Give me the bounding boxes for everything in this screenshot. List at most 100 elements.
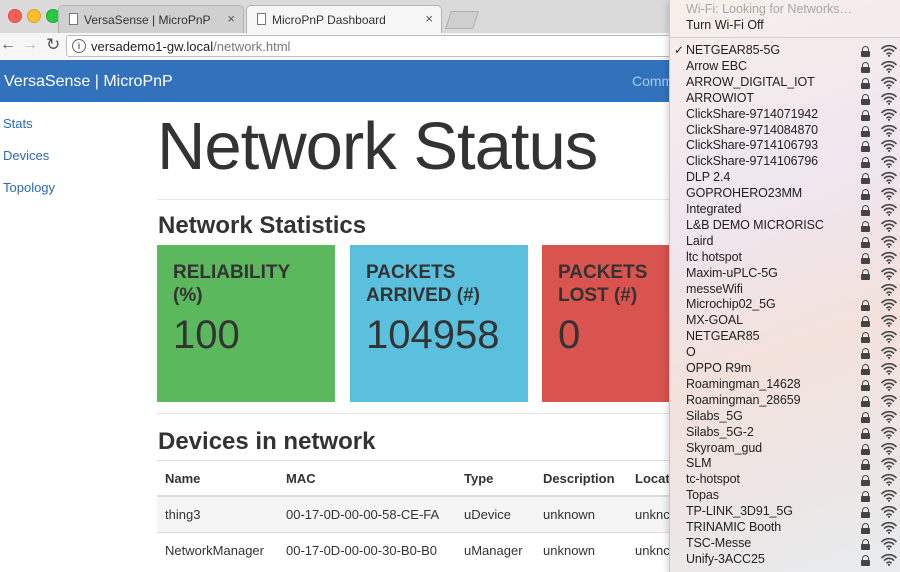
column-header-type[interactable]: Type bbox=[456, 460, 535, 497]
wifi-network-item[interactable]: ClickShare-9714071942 bbox=[670, 107, 900, 123]
wifi-network-item[interactable]: TP-LINK_3D91_5G bbox=[670, 504, 900, 520]
wifi-signal-icon bbox=[881, 76, 897, 89]
wifi-network-item[interactable]: ARROW_DIGITAL_IOT bbox=[670, 75, 900, 91]
wifi-signal-icon bbox=[881, 187, 897, 200]
sidebar-item-devices[interactable]: Devices bbox=[3, 148, 49, 163]
wifi-network-item[interactable]: Arrow EBC bbox=[670, 59, 900, 75]
url-text[interactable]: versademo1-gw.local/network.html bbox=[91, 39, 290, 54]
wifi-network-item[interactable]: SLM bbox=[670, 456, 900, 472]
wifi-dropdown-menu: Wi-Fi: Looking for Networks… Turn Wi-Fi … bbox=[669, 0, 900, 572]
wifi-network-name: SLM bbox=[686, 456, 712, 471]
reload-icon[interactable]: ↻ bbox=[46, 35, 60, 55]
wifi-network-item[interactable]: Unify-3ACC25 bbox=[670, 552, 900, 568]
wifi-network-item[interactable]: MX-GOAL bbox=[670, 313, 900, 329]
wifi-signal-icon bbox=[881, 553, 897, 566]
wifi-network-item[interactable]: Roamingman_28659 bbox=[670, 393, 900, 409]
lock-icon bbox=[861, 109, 870, 121]
wifi-signal-icon bbox=[881, 505, 897, 518]
wifi-network-item[interactable]: TRINAMIC Booth bbox=[670, 520, 900, 536]
browser-tab-active[interactable]: MicroPnP Dashboard × bbox=[246, 5, 442, 34]
sidebar-item-stats[interactable]: Stats bbox=[3, 116, 33, 131]
wifi-network-name: Roamingman_28659 bbox=[686, 392, 801, 407]
wifi-network-item[interactable]: Integrated bbox=[670, 202, 900, 218]
lock-icon bbox=[861, 364, 870, 375]
cell-description: unknown bbox=[535, 495, 627, 533]
lock-icon bbox=[861, 157, 870, 169]
wifi-signal-icon bbox=[881, 108, 897, 121]
close-window-button[interactable] bbox=[8, 9, 22, 23]
wifi-network-item[interactable]: L&B DEMO MICRORISC bbox=[670, 218, 900, 234]
wifi-network-item[interactable]: ARROWIOT bbox=[670, 91, 900, 107]
close-tab-icon[interactable]: × bbox=[227, 11, 235, 26]
wifi-network-name: Topas bbox=[686, 488, 719, 503]
wifi-network-name: Unify-3ACC25 bbox=[686, 551, 765, 566]
url-host: versademo1-gw.local bbox=[91, 39, 214, 54]
column-header-name[interactable]: Name bbox=[157, 460, 278, 497]
wifi-network-item[interactable]: Microchip02_5G bbox=[670, 297, 900, 313]
wifi-network-item[interactable]: ltc hotspot bbox=[670, 250, 900, 266]
browser-tab[interactable]: VersaSense | MicroPnP × bbox=[58, 5, 244, 33]
wifi-network-item[interactable]: DLP 2.4 bbox=[670, 170, 900, 186]
wifi-network-item[interactable]: O bbox=[670, 345, 900, 361]
divider bbox=[157, 199, 672, 200]
wifi-network-item[interactable]: OPPO R9m bbox=[670, 361, 900, 377]
wifi-signal-icon bbox=[881, 235, 897, 248]
wifi-network-item[interactable]: ClickShare-9714084870 bbox=[670, 123, 900, 139]
lock-icon bbox=[861, 93, 870, 105]
wifi-network-item[interactable]: ClickShare-9714106793 bbox=[670, 138, 900, 154]
brand-link[interactable]: VersaSense | MicroPnP bbox=[4, 73, 173, 91]
lock-icon bbox=[861, 125, 870, 137]
info-icon[interactable]: i bbox=[72, 39, 86, 53]
table-row[interactable]: thing3 00-17-0D-00-00-58-CE-FA uDevice u… bbox=[157, 495, 687, 533]
wifi-network-item[interactable]: NETGEAR85 bbox=[670, 329, 900, 345]
sidebar-item-topology[interactable]: Topology bbox=[3, 180, 55, 195]
wifi-network-item[interactable]: Silabs_5G bbox=[670, 409, 900, 425]
wifi-network-name: TRINAMIC Booth bbox=[686, 520, 782, 534]
lock-icon bbox=[861, 475, 870, 487]
wifi-network-name: ltc hotspot bbox=[686, 249, 742, 264]
wifi-network-item[interactable]: TSC-Messe bbox=[670, 536, 900, 552]
minimize-window-button[interactable] bbox=[27, 9, 41, 23]
wifi-signal-icon bbox=[881, 219, 897, 232]
wifi-network-item[interactable]: Maxim-uPLC-5G bbox=[670, 266, 900, 282]
column-header-mac[interactable]: MAC bbox=[278, 460, 456, 497]
wifi-network-name: Silabs_5G bbox=[686, 408, 743, 423]
column-header-description[interactable]: Description bbox=[535, 460, 627, 497]
wifi-network-item[interactable]: messeWifi bbox=[670, 282, 900, 298]
wifi-network-item[interactable]: Silabs_5G-2 bbox=[670, 425, 900, 441]
page-icon bbox=[69, 13, 78, 25]
close-tab-icon[interactable]: × bbox=[425, 11, 433, 26]
wifi-network-item[interactable]: ClickShare-9714106796 bbox=[670, 154, 900, 170]
cell-description: unknown bbox=[535, 532, 627, 568]
wifi-network-name: O bbox=[686, 345, 696, 360]
turn-wifi-off-item[interactable]: Turn Wi-Fi Off bbox=[686, 18, 764, 32]
wifi-network-item[interactable]: ✓ NETGEAR85-5G bbox=[670, 43, 900, 59]
forward-arrow-icon[interactable]: → bbox=[22, 36, 38, 54]
wifi-network-item[interactable]: GOPROHERO23MM bbox=[670, 186, 900, 202]
wifi-signal-icon bbox=[881, 299, 897, 312]
wifi-network-item[interactable]: tc-hotspot bbox=[670, 472, 900, 488]
lock-icon bbox=[861, 411, 870, 423]
lock-icon bbox=[861, 395, 870, 407]
wifi-network-item[interactable]: Skyroam_gud bbox=[670, 441, 900, 457]
wifi-network-item[interactable]: Roamingman_14628 bbox=[670, 377, 900, 393]
wifi-network-item[interactable]: Laird bbox=[670, 234, 900, 250]
card-label-line1: PACKETS bbox=[366, 262, 456, 283]
lock-icon bbox=[861, 189, 870, 201]
new-tab-button[interactable] bbox=[445, 11, 479, 29]
tab-title: MicroPnP Dashboard bbox=[272, 13, 386, 27]
cell-name: NetworkManager bbox=[157, 532, 278, 568]
card-label-line2: LOST (#) bbox=[558, 285, 638, 306]
table-row[interactable]: NetworkManager 00-17-0D-00-00-30-B0-B0 u… bbox=[157, 532, 687, 568]
wifi-signal-icon bbox=[881, 426, 897, 439]
wifi-signal-icon bbox=[881, 362, 897, 375]
card-label-line2: (%) bbox=[173, 285, 203, 306]
address-bar[interactable]: i versademo1-gw.local/network.html bbox=[66, 35, 706, 57]
divider bbox=[157, 413, 672, 414]
nav-link-comm[interactable]: Comm bbox=[632, 73, 673, 89]
wifi-network-name: NETGEAR85 bbox=[686, 329, 760, 344]
wifi-signal-icon bbox=[881, 92, 897, 105]
wifi-network-item[interactable]: Topas bbox=[670, 488, 900, 504]
back-arrow-icon[interactable]: ← bbox=[0, 36, 16, 54]
wifi-signal-icon bbox=[881, 203, 897, 216]
